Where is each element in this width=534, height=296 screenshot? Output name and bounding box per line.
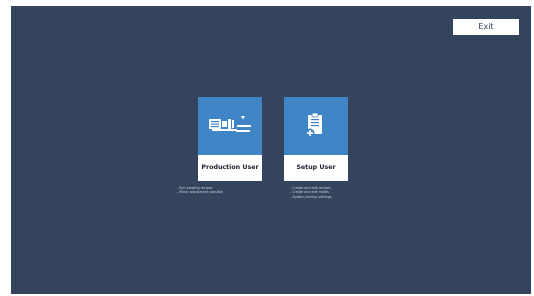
exit-button[interactable]: Exit xyxy=(453,19,519,35)
production-user-tile-header xyxy=(198,97,262,155)
description-item: Minor adjustment possible xyxy=(177,190,223,194)
production-user-tile[interactable]: Production User xyxy=(198,97,262,181)
main-screen: Exit Production User Setup User - Run ex… xyxy=(11,6,531,294)
production-user-description: Run existing recipes Minor adjustment po… xyxy=(177,186,223,195)
setup-user-tile[interactable]: Setup User xyxy=(284,97,348,181)
production-user-label: Production User xyxy=(198,155,262,181)
setup-user-tile-header xyxy=(284,97,348,155)
description-item: Create and edit molds xyxy=(290,190,332,194)
description-item: System startup settings xyxy=(290,195,331,199)
clipboard-add-icon xyxy=(305,112,322,138)
machine-icon xyxy=(209,116,251,132)
setup-user-label: Setup User xyxy=(284,155,348,181)
setup-user-description: Create and edit recipes Create and edit … xyxy=(290,186,332,199)
